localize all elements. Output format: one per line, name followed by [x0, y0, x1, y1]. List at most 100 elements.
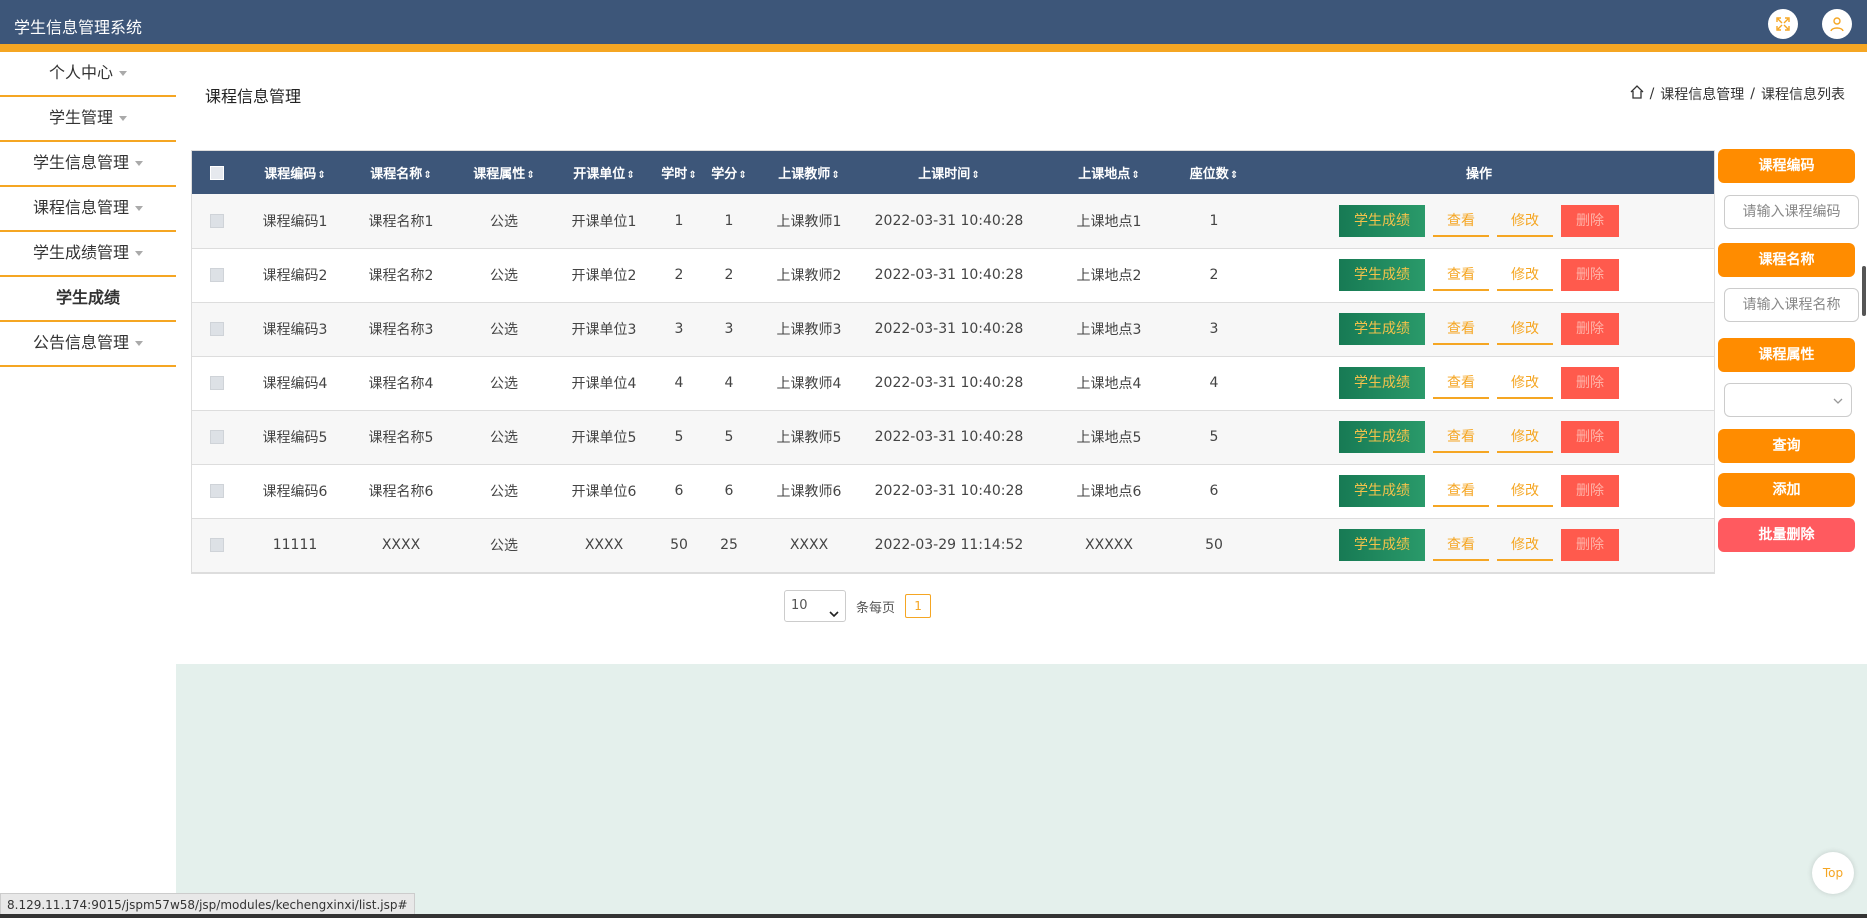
header-course-code[interactable]: 课程编码⇕ — [242, 151, 348, 194]
edit-button[interactable]: 修改 — [1497, 529, 1553, 561]
header-location[interactable]: 上课地点⇕ — [1034, 151, 1184, 194]
back-to-top-button[interactable]: Top — [1812, 852, 1854, 894]
edit-button[interactable]: 修改 — [1497, 259, 1553, 291]
cell-time: 2022-03-31 10:40:28 — [874, 212, 1024, 229]
caret-down-icon — [135, 251, 143, 256]
batch-delete-button[interactable]: 批量删除 — [1718, 518, 1855, 552]
view-button[interactable]: 查看 — [1433, 313, 1489, 345]
cell-teacher: 上课教师4 — [776, 376, 842, 392]
course-name-input[interactable]: 请输入课程名称 — [1724, 288, 1859, 322]
sort-icon: ⇕ — [317, 170, 326, 181]
cell-course-code: 课程编码3 — [262, 322, 328, 338]
header-course-name[interactable]: 课程名称⇕ — [348, 151, 454, 194]
page-size-select[interactable]: 10 — [784, 590, 846, 622]
sidebar-item-notice-management[interactable]: 公告信息管理 — [0, 322, 176, 367]
cell-course-attr: 公选 — [490, 484, 518, 500]
cell-time: 2022-03-29 11:14:52 — [874, 537, 1024, 553]
edit-button[interactable]: 修改 — [1497, 205, 1553, 237]
student-grades-button[interactable]: 学生成绩 — [1339, 313, 1425, 345]
row-checkbox[interactable] — [210, 213, 224, 228]
delete-button[interactable]: 删除 — [1561, 421, 1619, 453]
row-select-cell[interactable] — [192, 248, 242, 302]
row-checkbox[interactable] — [210, 268, 224, 282]
sidebar-subitem-student-grades[interactable]: 学生成绩 — [0, 277, 176, 322]
fullscreen-icon[interactable] — [1768, 9, 1798, 39]
course-code-input[interactable]: 请输入课程编码 — [1724, 195, 1859, 229]
delete-button[interactable]: 删除 — [1561, 313, 1619, 345]
cell-credits: 1 — [724, 212, 734, 229]
delete-button[interactable]: 删除 — [1561, 259, 1619, 291]
cell-course-attr: 公选 — [490, 538, 518, 554]
sidebar-item-course-info-management[interactable]: 课程信息管理 — [0, 187, 176, 232]
cell-course-code: 课程编码5 — [262, 430, 328, 446]
view-button[interactable]: 查看 — [1433, 475, 1489, 507]
delete-button[interactable]: 删除 — [1561, 367, 1619, 399]
row-checkbox[interactable] — [210, 430, 224, 444]
header-select-all[interactable] — [192, 151, 242, 194]
view-button[interactable]: 查看 — [1433, 529, 1489, 561]
student-grades-button[interactable]: 学生成绩 — [1339, 367, 1425, 399]
page-number-button[interactable]: 1 — [905, 594, 932, 618]
edit-button[interactable]: 修改 — [1497, 313, 1553, 345]
student-grades-button[interactable]: 学生成绩 — [1339, 529, 1425, 561]
sidebar-item-grade-management[interactable]: 学生成绩管理 — [0, 232, 176, 277]
student-grades-button[interactable]: 学生成绩 — [1339, 475, 1425, 507]
scrollbar-thumb[interactable] — [1862, 266, 1866, 316]
cell-course-name: 课程名称6 — [368, 484, 434, 500]
row-select-cell[interactable] — [192, 410, 242, 464]
home-icon[interactable] — [1630, 85, 1644, 103]
row-select-cell[interactable] — [192, 194, 242, 248]
cell-department: 开课单位2 — [571, 268, 637, 284]
user-icon[interactable] — [1822, 9, 1852, 39]
header-time[interactable]: 上课时间⇕ — [864, 151, 1034, 194]
cell-course-name: 课程名称5 — [368, 430, 434, 446]
add-button[interactable]: 添加 — [1718, 473, 1855, 507]
view-button[interactable]: 查看 — [1433, 367, 1489, 399]
breadcrumb: / 课程信息管理 / 课程信息列表 — [1630, 84, 1845, 104]
cell-department: 开课单位1 — [571, 213, 637, 230]
table-row: 课程编码6 课程名称6 公选 开课单位6 6 6 上课教师6 2022-03-31 10:40… — [192, 464, 1714, 518]
header-course-attr[interactable]: 课程属性⇕ — [454, 151, 554, 194]
view-button[interactable]: 查看 — [1433, 205, 1489, 237]
header-credits[interactable]: 学分⇕ — [704, 151, 754, 194]
delete-button[interactable]: 删除 — [1561, 529, 1619, 561]
edit-button[interactable]: 修改 — [1497, 475, 1553, 507]
student-grades-button[interactable]: 学生成绩 — [1339, 421, 1425, 453]
view-button[interactable]: 查看 — [1433, 421, 1489, 453]
edit-button[interactable]: 修改 — [1497, 421, 1553, 453]
sidebar-item-personal-center[interactable]: 个人中心 — [0, 52, 176, 97]
row-checkbox[interactable] — [210, 322, 224, 336]
cell-hours: 1 — [674, 212, 684, 229]
chevron-down-icon — [829, 601, 839, 631]
sidebar-item-student-info-management[interactable]: 学生信息管理 — [0, 142, 176, 187]
view-button[interactable]: 查看 — [1433, 259, 1489, 291]
query-button[interactable]: 查询 — [1718, 429, 1855, 463]
cell-seats: 2 — [1209, 267, 1219, 283]
row-select-cell[interactable] — [192, 464, 242, 518]
sidebar-item-student-management[interactable]: 学生管理 — [0, 97, 176, 142]
delete-button[interactable]: 删除 — [1561, 204, 1619, 237]
student-grades-button[interactable]: 学生成绩 — [1339, 204, 1425, 237]
header-hours[interactable]: 学时⇕ — [654, 151, 704, 194]
cell-time: 2022-03-31 10:40:28 — [874, 267, 1024, 283]
row-select-cell[interactable] — [192, 356, 242, 410]
row-select-cell[interactable] — [192, 302, 242, 356]
select-all-checkbox[interactable] — [210, 165, 224, 180]
row-checkbox[interactable] — [210, 538, 224, 552]
row-checkbox[interactable] — [210, 484, 224, 498]
header-seats[interactable]: 座位数⇕ — [1184, 151, 1244, 194]
page-size-value: 10 — [791, 598, 808, 613]
cell-course-attr: 公选 — [490, 268, 518, 284]
header-teacher[interactable]: 上课教师⇕ — [754, 151, 864, 194]
header-department[interactable]: 开课单位⇕ — [554, 151, 654, 194]
student-grades-button[interactable]: 学生成绩 — [1339, 259, 1425, 291]
course-attr-select[interactable] — [1724, 383, 1852, 417]
breadcrumb-item-course-management[interactable]: 课程信息管理 — [1660, 84, 1744, 104]
row-checkbox[interactable] — [210, 376, 224, 390]
cell-department: 开课单位6 — [571, 484, 637, 500]
edit-button[interactable]: 修改 — [1497, 367, 1553, 399]
delete-button[interactable]: 删除 — [1561, 475, 1619, 507]
cell-course-name: 课程名称1 — [368, 213, 434, 230]
row-select-cell[interactable] — [192, 518, 242, 572]
cell-location: XXXXX — [1085, 537, 1133, 553]
